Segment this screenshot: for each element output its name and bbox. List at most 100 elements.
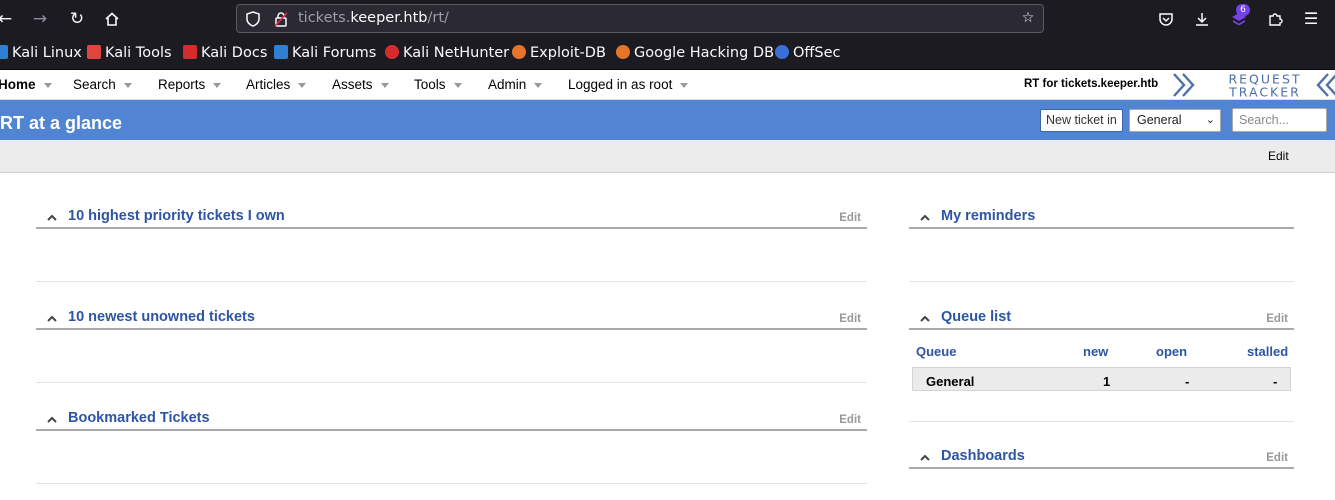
nethunter-icon bbox=[385, 45, 399, 59]
rt-instance-label: RT for tickets.keeper.htb bbox=[1024, 78, 1159, 90]
portlet-title[interactable]: 10 newest unowned tickets bbox=[68, 308, 255, 326]
portlet-edit-link[interactable]: Edit bbox=[839, 212, 861, 224]
chevron-down-icon bbox=[380, 83, 389, 88]
stalled-count-cell[interactable]: - bbox=[1273, 368, 1277, 392]
portlet-title[interactable]: My reminders bbox=[941, 207, 1035, 225]
insecure-lock-icon[interactable] bbox=[270, 5, 292, 32]
portlet-edit-link[interactable]: Edit bbox=[1266, 313, 1288, 325]
extension-badge: 6 bbox=[1236, 4, 1250, 16]
kali-tools-icon bbox=[87, 45, 101, 59]
url-host: keeper.htb bbox=[350, 10, 428, 26]
page-menu-strip: Edit bbox=[0, 140, 1335, 173]
portlet-header: My reminders bbox=[909, 207, 1294, 229]
portlet-title[interactable]: Dashboards bbox=[941, 447, 1025, 465]
open-count-cell[interactable]: - bbox=[1185, 368, 1189, 392]
queue-name-cell[interactable]: General bbox=[926, 368, 974, 392]
chevron-down-icon: ⌄ bbox=[1205, 114, 1215, 126]
pocket-icon[interactable] bbox=[1153, 6, 1179, 32]
portlet-title[interactable]: Queue list bbox=[941, 308, 1011, 326]
rt-main-menu: Home Search Reports Articles Assets Tool… bbox=[0, 70, 1335, 100]
portlet-edit-link[interactable]: Edit bbox=[839, 313, 861, 325]
collapse-chevron-icon[interactable] bbox=[46, 313, 58, 325]
column-header-open[interactable]: open bbox=[1156, 344, 1187, 359]
portlet-header: Queue list Edit bbox=[909, 308, 1294, 330]
menu-search-label: Search bbox=[73, 77, 116, 92]
kali-forums-icon bbox=[274, 45, 288, 59]
search-input[interactable]: Search... bbox=[1232, 108, 1327, 132]
shield-icon[interactable] bbox=[242, 5, 264, 32]
menu-home[interactable]: Home bbox=[0, 70, 52, 100]
menu-tools-label: Tools bbox=[414, 77, 446, 92]
request-tracker-logo[interactable]: REQUEST TRACKER bbox=[1172, 71, 1335, 99]
bookmark-kali-tools[interactable]: Kali Tools bbox=[87, 37, 172, 70]
bookmark-label: Google Hacking DB bbox=[634, 45, 775, 61]
bookmark-label: Kali Tools bbox=[105, 45, 172, 61]
bookmark-label: Kali Docs bbox=[201, 45, 268, 61]
bookmark-label: Kali Linux bbox=[12, 45, 82, 61]
bookmark-kali-linux[interactable]: Kali Linux bbox=[0, 37, 82, 70]
collapse-chevron-icon[interactable] bbox=[919, 313, 931, 325]
collapse-chevron-icon[interactable] bbox=[919, 452, 931, 464]
menu-assets[interactable]: Assets bbox=[332, 70, 389, 100]
extensions-puzzle-icon[interactable] bbox=[1262, 6, 1288, 32]
bookmark-kali-forums[interactable]: Kali Forums bbox=[274, 37, 376, 70]
menu-tools[interactable]: Tools bbox=[414, 70, 462, 100]
bookmark-google-hacking-db[interactable]: Google Hacking DB bbox=[616, 37, 774, 70]
reload-icon[interactable]: ↻ bbox=[64, 6, 90, 32]
bookmark-label: Kali NetHunter bbox=[403, 45, 510, 61]
bookmark-kali-nethunter[interactable]: Kali NetHunter bbox=[385, 37, 509, 70]
menu-admin[interactable]: Admin bbox=[488, 70, 543, 100]
queue-select[interactable]: General ⌄ bbox=[1129, 109, 1221, 132]
menu-admin-label: Admin bbox=[488, 77, 527, 92]
portlet-body bbox=[909, 231, 1294, 282]
portlet-title[interactable]: Bookmarked Tickets bbox=[68, 409, 210, 427]
portlet-body bbox=[36, 332, 867, 383]
column-header-stalled[interactable]: stalled bbox=[1247, 344, 1288, 359]
new-count-cell[interactable]: 1 bbox=[1103, 368, 1110, 392]
url-text[interactable]: tickets.keeper.htb/rt/ bbox=[298, 5, 449, 32]
portlet-edit-link[interactable]: Edit bbox=[1266, 452, 1288, 464]
offsec-icon bbox=[775, 45, 789, 59]
bookmark-star-icon[interactable]: ☆ bbox=[1017, 5, 1039, 32]
back-arrow-icon[interactable]: ← bbox=[0, 6, 18, 32]
column-header-queue[interactable]: Queue bbox=[916, 344, 956, 359]
column-header-new[interactable]: new bbox=[1083, 344, 1108, 359]
hamburger-menu-icon[interactable]: ☰ bbox=[1298, 6, 1324, 32]
chevron-down-icon bbox=[453, 83, 462, 88]
page-edit-link[interactable]: Edit bbox=[1268, 140, 1289, 173]
chevron-down-icon bbox=[680, 83, 689, 88]
portlet-body bbox=[36, 433, 867, 484]
table-row[interactable]: General 1 - - bbox=[912, 367, 1291, 391]
portlet-header: Bookmarked Tickets Edit bbox=[36, 409, 867, 431]
bookmark-offsec[interactable]: OffSec bbox=[775, 37, 841, 70]
bookmark-kali-docs[interactable]: Kali Docs bbox=[183, 37, 267, 70]
menu-logged-in-label: Logged in as root bbox=[568, 77, 673, 92]
url-path: /rt/ bbox=[427, 10, 449, 26]
new-ticket-button[interactable]: New ticket in bbox=[1040, 109, 1123, 132]
portlet-header: Dashboards Edit bbox=[909, 447, 1294, 469]
forward-arrow-icon[interactable]: → bbox=[27, 6, 53, 32]
search-placeholder: Search... bbox=[1239, 113, 1290, 127]
bookmark-label: OffSec bbox=[793, 45, 841, 61]
collapse-chevron-icon[interactable] bbox=[46, 414, 58, 426]
portlet-dashboards: Dashboards Edit bbox=[909, 447, 1294, 487]
collapse-chevron-icon[interactable] bbox=[919, 212, 931, 224]
portlet-title[interactable]: 10 highest priority tickets I own bbox=[68, 207, 285, 225]
chevron-down-icon bbox=[43, 83, 52, 88]
chevron-down-icon bbox=[123, 83, 132, 88]
collapse-chevron-icon[interactable] bbox=[46, 212, 58, 224]
downloads-icon[interactable] bbox=[1189, 6, 1215, 32]
page-title: RT at a glance bbox=[0, 113, 123, 133]
menu-search[interactable]: Search bbox=[73, 70, 132, 100]
home-icon[interactable] bbox=[99, 6, 125, 32]
bookmark-label: Exploit-DB bbox=[530, 45, 606, 61]
bookmark-exploit-db[interactable]: Exploit-DB bbox=[512, 37, 606, 70]
menu-articles[interactable]: Articles bbox=[246, 70, 307, 100]
portlet-edit-link[interactable]: Edit bbox=[839, 414, 861, 426]
kali-docs-icon bbox=[183, 45, 197, 59]
address-bar[interactable]: tickets.keeper.htb/rt/ ☆ bbox=[236, 4, 1044, 33]
portlet-body bbox=[36, 231, 867, 282]
menu-reports[interactable]: Reports bbox=[158, 70, 222, 100]
menu-logged-in[interactable]: Logged in as root bbox=[568, 70, 689, 100]
portlet-priority-tickets: 10 highest priority tickets I own Edit bbox=[36, 207, 867, 283]
